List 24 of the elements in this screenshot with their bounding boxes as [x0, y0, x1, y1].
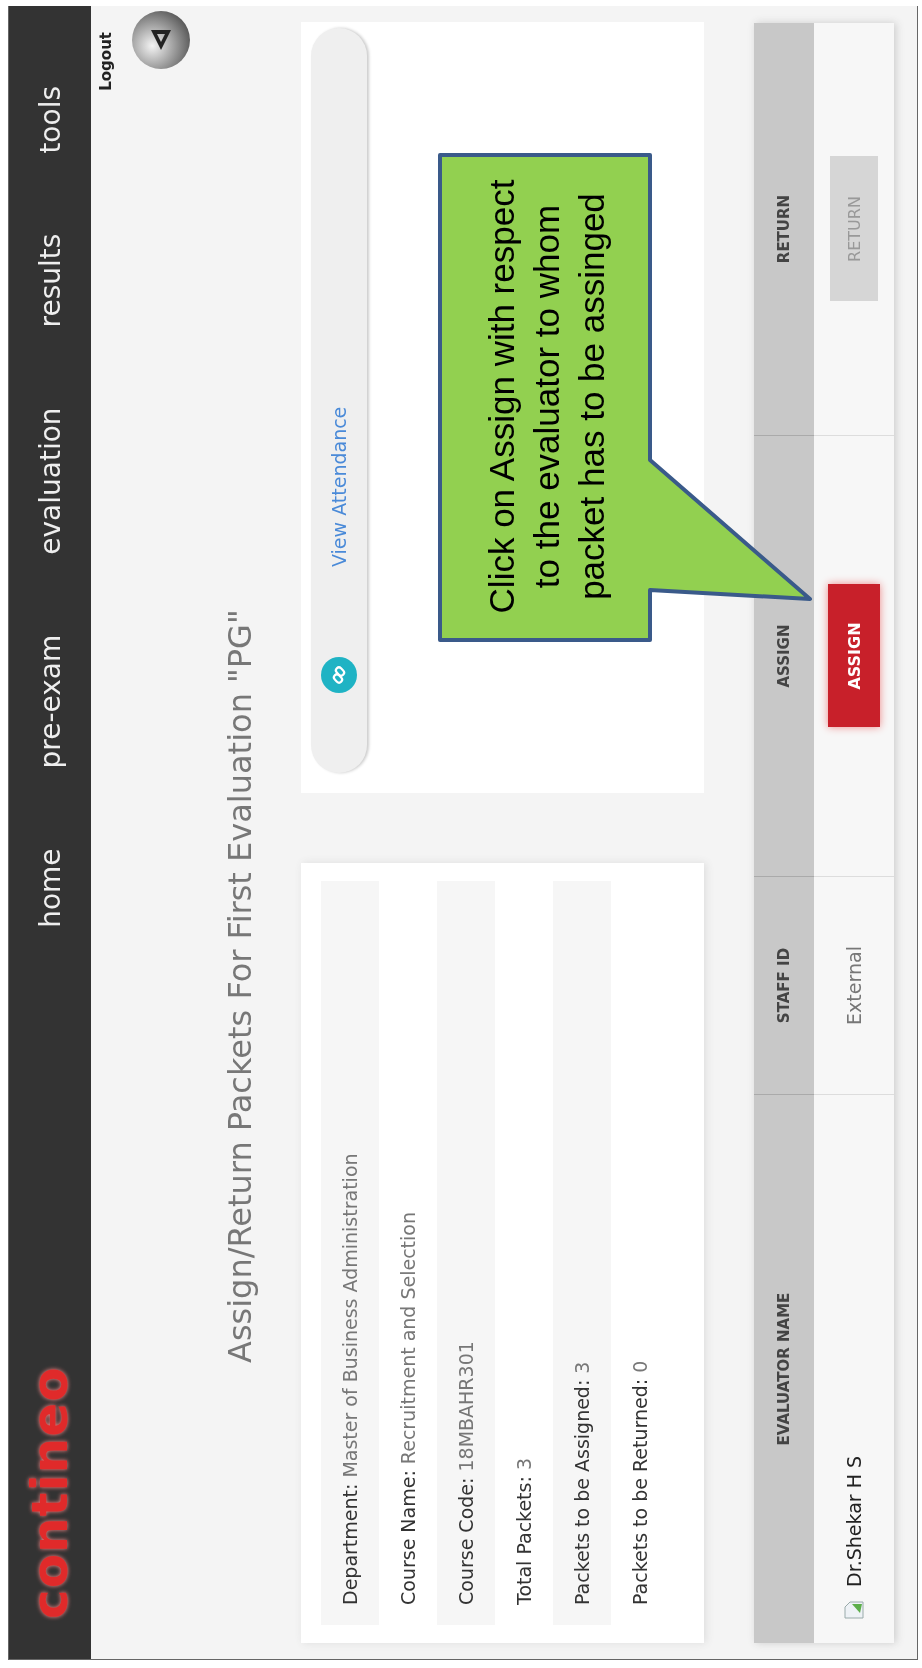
link-icon — [321, 657, 357, 693]
column-header: EVALUATOR NAME — [754, 1094, 814, 1643]
info-text: Total Packets: 3 — [513, 1458, 535, 1605]
info-text: Course Code: 18MBAHR301 — [455, 1341, 477, 1605]
info-text: Department: Master of Business Administration — [339, 1153, 361, 1605]
table-cell: Dr.Shekar H S — [843, 1455, 865, 1587]
callout-text: Click on Assign with respect to the evaluator to whom packet has to be assinged — [480, 178, 612, 616]
column-header: RETURN — [754, 23, 814, 435]
nav-link[interactable]: results — [33, 193, 67, 368]
page-title: Assign/Return Packets For First Evaluation "PG" — [221, 608, 260, 1365]
info-text: Packets to be Returned: 0 — [629, 1360, 651, 1605]
logout-icon[interactable] — [131, 10, 191, 70]
nav-link[interactable]: evaluation — [33, 367, 67, 595]
info-text: Course Name: Recruitment and Selection — [397, 1212, 419, 1605]
logout-link[interactable]: Logout — [97, 32, 115, 91]
nav-link[interactable]: home — [33, 808, 67, 968]
info-text: Packets to be Assigned: 3 — [571, 1361, 593, 1605]
nav-link[interactable]: pre-exam — [33, 594, 67, 809]
table-cell: External — [843, 946, 865, 1025]
assign-button[interactable]: ASSIGN — [828, 584, 880, 728]
document-icon — [844, 1601, 864, 1619]
column-header: STAFF ID — [754, 876, 814, 1094]
column-header: ASSIGN — [754, 435, 814, 876]
nav-link[interactable]: tools — [33, 46, 67, 194]
